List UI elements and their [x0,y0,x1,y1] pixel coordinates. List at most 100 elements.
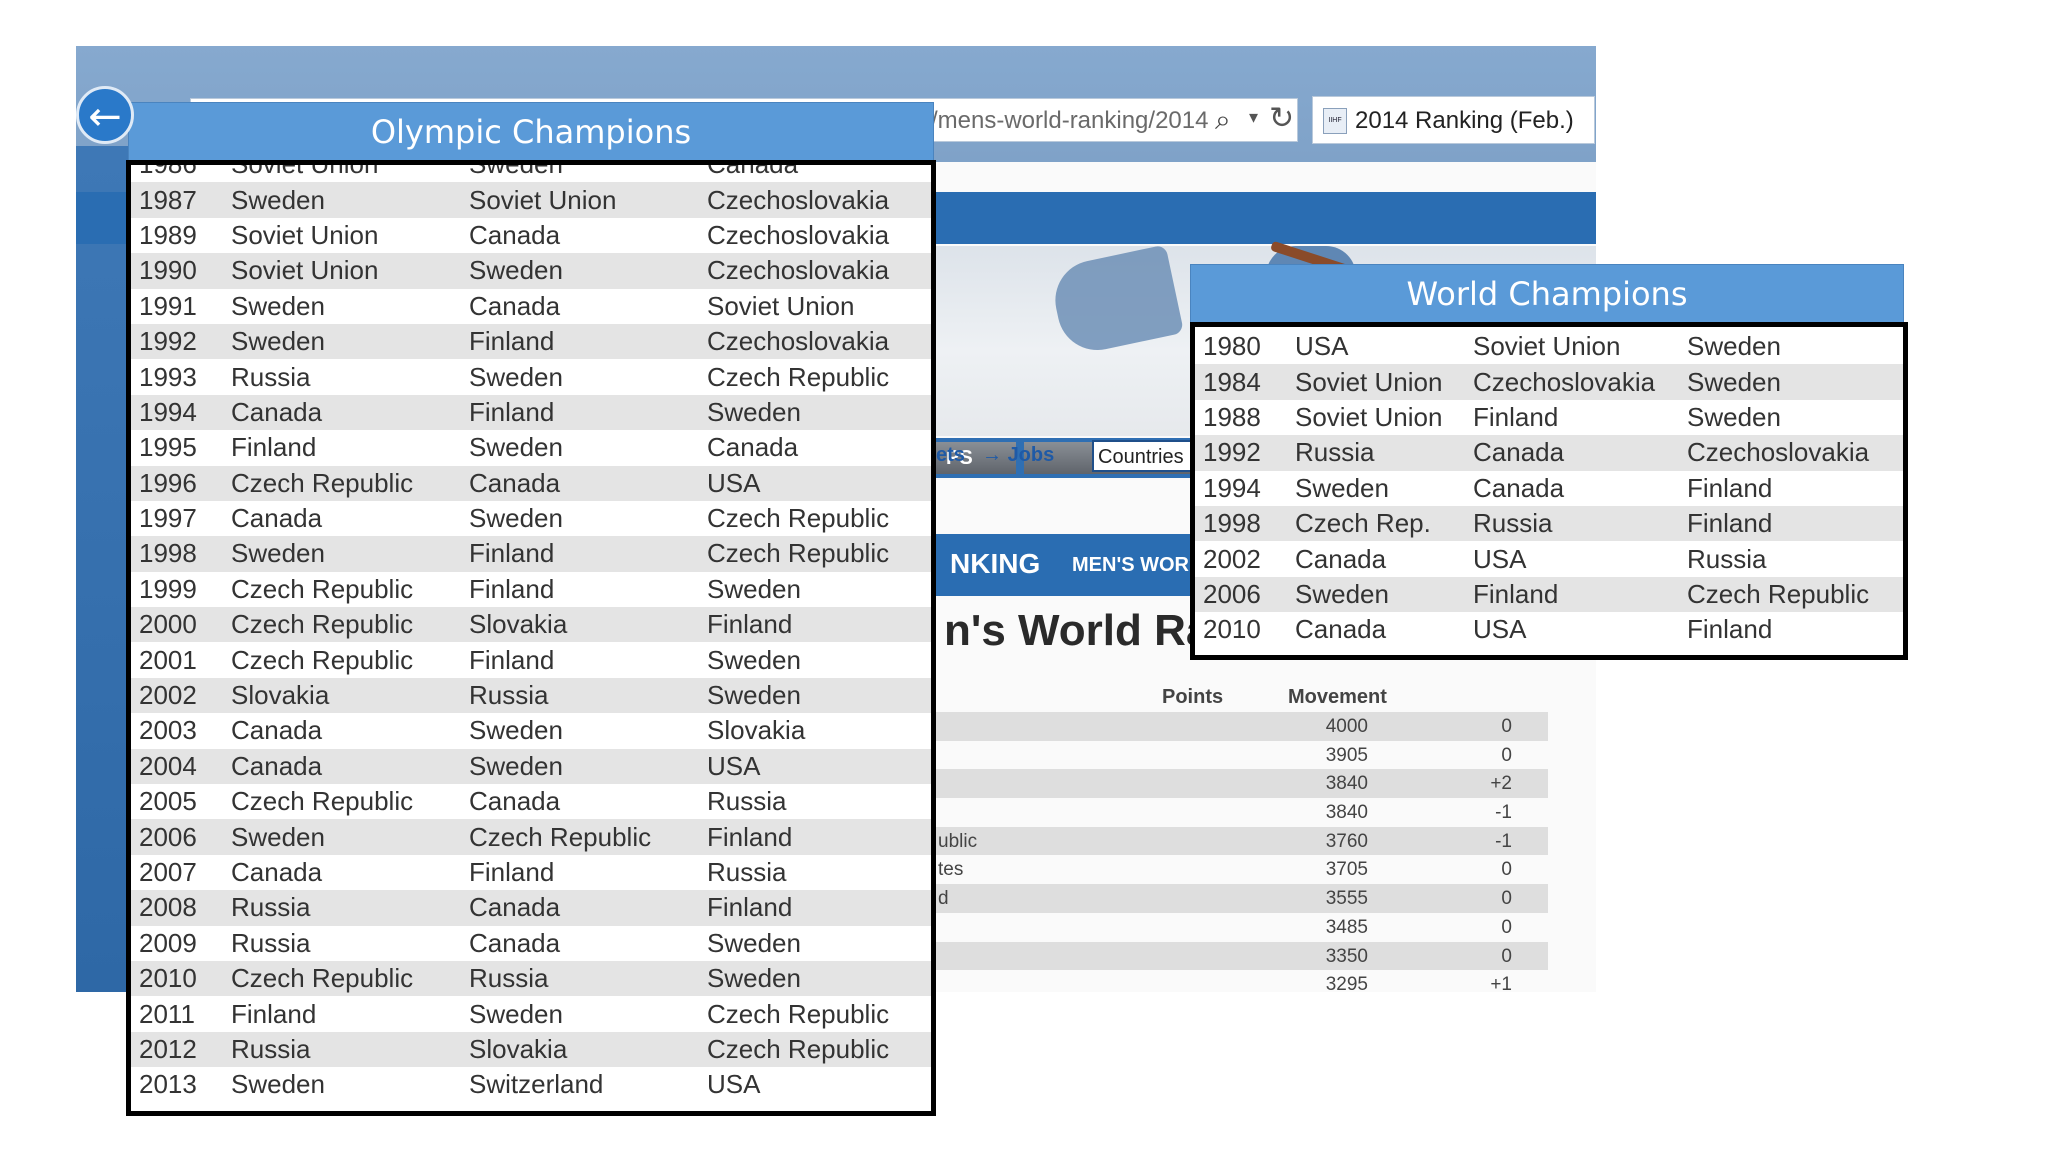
table-row: 2005 Czech Republic Canada Russia [131,784,931,819]
bronze-cell: USA [699,465,931,501]
back-button[interactable]: ← [76,86,134,144]
year-cell: 1994 [1203,472,1261,503]
bronze-cell: USA [707,1069,761,1100]
link-jobs[interactable]: → Jobs [982,444,1054,467]
silver-cell: USA [1473,614,1527,645]
table-row: 1988 Soviet Union Finland Sweden [1195,400,1903,435]
table-row: 1990 Soviet Union Sweden Czechoslovakia [131,253,931,289]
ranking-row: d 3555 0 [936,884,1548,913]
bronze-cell: USA [699,748,931,785]
table-row: 1989 Soviet Union Canada Czechoslovakia [131,218,931,253]
table-row: 2013 Sweden Switzerland USA [131,1067,931,1102]
ranking-row: 3840 +2 [936,769,1548,799]
gold-cell: Czech Republic [231,644,414,675]
ranking-country: tes [938,859,964,881]
silver-cell: Canada [469,219,561,250]
gold-cell: Czech Republic [223,960,461,997]
silver-cell: Soviet Union [461,182,699,218]
ranking-movement: -1 [1495,830,1512,852]
refresh-icon[interactable]: ↻ [1269,101,1294,136]
bronze-cell: Finland [1687,614,1773,645]
olympic-champions-title: Olympic Champions [128,102,934,162]
gold-cell: Canada [223,394,461,431]
silver-cell: Sweden [469,503,563,534]
world-champions-table: 1980 USA Soviet Union Sweden 1984 Soviet Unio… [1195,329,1903,648]
bronze-cell: Sweden [707,573,801,604]
gold-cell: Sweden [223,323,461,360]
year-cell: 2011 [139,998,195,1029]
gold-cell: Soviet Union [223,253,461,289]
year-cell: 1984 [1195,364,1287,400]
year-cell: 1989 [139,219,197,250]
silver-cell: Slovakia [461,1031,699,1068]
year-cell: 2006 [131,819,223,855]
silver-cell: Canada [469,786,561,817]
table-row: 2006 Sweden Czech Republic Finland [131,819,931,855]
gold-cell: Canada [223,748,461,785]
silver-cell: Sweden [469,432,563,463]
silver-cell: Soviet Union [1473,331,1621,362]
gold-cell: Sweden [1287,576,1465,613]
gold-cell: Czech Republic [231,573,414,604]
bronze-cell: Sweden [1687,401,1781,432]
magnifier-icon[interactable]: ⌕ [1215,103,1231,137]
bronze-cell: Finland [699,819,931,855]
table-row: 2000 Czech Republic Slovakia Finland [131,607,931,643]
bronze-cell: Sweden [699,677,931,714]
year-cell: 1999 [139,573,197,604]
table-row: 1996 Czech Republic Canada USA [131,465,931,501]
year-cell: 2009 [139,927,197,958]
table-row: 1980 USA Soviet Union Sweden [1195,329,1903,364]
gold-cell: Czech Republic [231,786,414,817]
bronze-cell: Czech Republic [707,998,890,1029]
bronze-cell: Czech Republic [707,361,890,392]
ranking-country: ublic [938,830,978,852]
movement-header: Movement [1288,686,1387,708]
bronze-cell: Czech Republic [1679,576,1903,613]
link-tickets[interactable]: ets [936,444,965,467]
bronze-cell: Czechoslovakia [1679,435,1903,471]
ranking-movement: 0 [1501,945,1512,967]
year-cell: 2006 [1195,576,1287,613]
bronze-cell: Russia [707,786,787,817]
gold-cell: Sweden [223,819,461,855]
silver-cell: Finland [461,394,699,431]
arrow-right-icon: → [982,444,1008,466]
bronze-cell: Canada [707,432,799,463]
gold-cell: Soviet Union [231,160,379,180]
table-row: 1994 Canada Finland Sweden [131,394,931,431]
table-row: 2004 Canada Sweden USA [131,748,931,785]
browser-tab[interactable]: IIHF 2014 Ranking (Feb.) [1312,96,1595,144]
silver-cell: Finland [461,323,699,360]
gold-cell: Soviet Union [1287,364,1465,400]
bronze-cell: Sweden [699,960,931,997]
gold-cell: USA [1295,331,1349,362]
address-url[interactable]: /mens-world-ranking/2014 [931,107,1211,135]
table-row: 2006 Sweden Finland Czech Republic [1195,576,1903,613]
table-row: 1991 Sweden Canada Soviet Union [131,289,931,324]
year-cell: 1986 [139,160,197,180]
table-row: 1993 Russia Sweden Czech Republic [131,359,931,394]
bronze-cell: Finland [699,607,931,643]
ranking-movement: 0 [1501,744,1512,766]
ranking-movement: 0 [1501,888,1512,910]
table-row: 2011 Finland Sweden Czech Republic [131,996,931,1031]
bronze-cell: Sweden [1687,331,1781,362]
gold-cell: Canada [1295,614,1387,645]
table-row: 2009 Russia Canada Sweden [131,926,931,961]
silver-cell: Czechoslovakia [1465,364,1679,400]
year-cell: 1994 [131,394,223,431]
tab-title: 2014 Ranking (Feb.) [1355,107,1574,134]
gold-cell: Finland [231,432,317,463]
ranking-movement: 0 [1501,716,1512,737]
silver-cell: Canada [1465,435,1679,471]
gold-cell: Czech Republic [223,465,461,501]
ranking-movement: +1 [1490,974,1512,992]
table-row: 2001 Czech Republic Finland Sweden [131,642,931,677]
silver-cell: Slovakia [461,607,699,643]
table-row: 1995 Finland Sweden Canada [131,430,931,465]
caret-down-icon[interactable]: ▾ [1249,107,1258,128]
points-header: Points [1162,686,1224,708]
ranking-strip-tab[interactable]: MEN'S WORL [1072,554,1201,577]
bronze-cell: Sweden [699,394,931,431]
